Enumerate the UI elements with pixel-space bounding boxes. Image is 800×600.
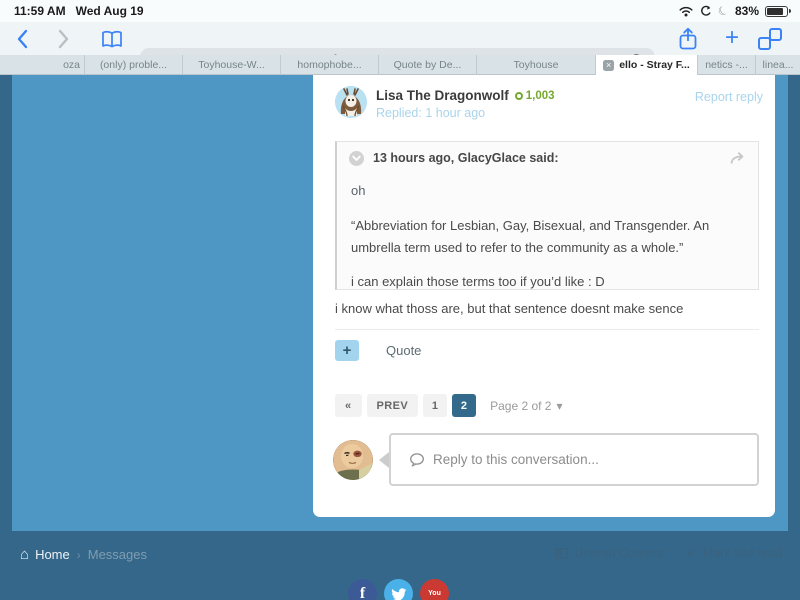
- forum-post-panel: Lisa The Dragonwolf 1,003 Replied: 1 hou…: [313, 75, 775, 517]
- breadcrumb-separator: ›: [77, 548, 81, 562]
- new-tab-button[interactable]: +: [718, 24, 746, 52]
- tab-only-proble[interactable]: (only) proble...: [85, 55, 183, 75]
- reply-placeholder: Reply to this conversation...: [433, 452, 599, 467]
- avatar-lisa-the-dragonwolf[interactable]: [335, 86, 367, 118]
- quote-line-1: oh: [351, 180, 744, 202]
- forward-button[interactable]: [52, 27, 76, 51]
- page-jump-dropdown[interactable]: Page 2 of 2 ▾: [490, 399, 562, 413]
- breadcrumb: ⌂ Home › Messages: [20, 546, 147, 563]
- goto-quoted-post-icon[interactable]: [729, 152, 746, 165]
- breadcrumb-home-link[interactable]: ⌂ Home: [20, 546, 70, 563]
- quote-body: oh “Abbreviation for Lesbian, Gay, Bisex…: [337, 174, 758, 293]
- speech-bubble-icon: [409, 453, 425, 467]
- check-icon: ✔: [687, 546, 697, 560]
- clock: 11:59 AM: [14, 4, 66, 18]
- post-author-link[interactable]: Lisa The Dragonwolf: [376, 88, 509, 103]
- tab-toyhouse[interactable]: Toyhouse: [477, 55, 596, 75]
- do-not-disturb-icon: ☾: [716, 2, 732, 19]
- tab-oza[interactable]: oza: [0, 55, 85, 75]
- footer-actions: Unread Content ✔ Mark site read: [555, 546, 782, 560]
- quote-attribution: 13 hours ago, GlacyGlace said:: [373, 151, 559, 165]
- tab-overview-button[interactable]: [758, 28, 782, 50]
- browser-toolbar: AA strayfawnstudio.com ↻ +: [0, 22, 800, 55]
- report-reply-link[interactable]: Report reply: [695, 90, 763, 104]
- quoted-message-block: 13 hours ago, GlacyGlace said: oh “Abbre…: [335, 141, 759, 290]
- tab-netics[interactable]: netics -...: [698, 55, 756, 75]
- breadcrumb-messages-link[interactable]: Messages: [88, 547, 147, 562]
- caret-down-icon: ▾: [556, 399, 562, 413]
- twitter-icon[interactable]: [384, 579, 413, 600]
- facebook-icon[interactable]: f: [348, 579, 377, 600]
- reply-input[interactable]: Reply to this conversation...: [389, 433, 759, 486]
- youtube-icon[interactable]: You: [420, 579, 449, 600]
- tab-close-icon[interactable]: ×: [603, 60, 614, 71]
- share-button[interactable]: [676, 27, 700, 51]
- bookmarks-icon[interactable]: [98, 27, 126, 51]
- tab-quote-by-de[interactable]: Quote by De...: [379, 55, 477, 75]
- social-links: f You: [348, 579, 449, 600]
- first-page-button[interactable]: «: [335, 394, 362, 417]
- unread-content-icon: [555, 548, 568, 559]
- reputation-badge: 1,003: [515, 90, 555, 102]
- mark-site-read-link[interactable]: ✔ Mark site read: [687, 546, 782, 560]
- prev-page-button[interactable]: PREV: [367, 394, 419, 417]
- reputation-icon: [515, 92, 523, 100]
- date: Wed Aug 19: [76, 4, 144, 18]
- post-body-text: i know what thoss are, but that sentence…: [335, 301, 683, 316]
- battery-icon: [765, 6, 788, 17]
- tab-linea[interactable]: linea...: [756, 55, 800, 75]
- orientation-lock-icon: [700, 5, 712, 17]
- reply-bubble-tail: [379, 452, 389, 468]
- quote-button[interactable]: Quote: [386, 343, 421, 358]
- status-bar: 11:59 AM Wed Aug 19 ☾ 83%: [0, 0, 800, 22]
- tab-toyhouse-w[interactable]: Toyhouse-W...: [183, 55, 281, 75]
- quote-header: 13 hours ago, GlacyGlace said:: [337, 142, 758, 174]
- quote-collapse-button[interactable]: [349, 151, 364, 166]
- wifi-icon: [678, 5, 694, 17]
- quote-line-2: “Abbreviation for Lesbian, Gay, Bisexual…: [351, 215, 744, 259]
- tab-active-ello-strayfawn[interactable]: × ello - Stray F...: [596, 55, 698, 75]
- tab-homophobe[interactable]: homophobe...: [281, 55, 379, 75]
- avatar-current-user: [333, 440, 373, 480]
- multiquote-button[interactable]: +: [335, 340, 359, 361]
- post-divider: [335, 329, 759, 330]
- back-button[interactable]: [10, 27, 34, 51]
- page-2-button-current[interactable]: 2: [452, 394, 476, 417]
- home-icon: ⌂: [20, 546, 29, 563]
- pagination: « PREV 1 2 Page 2 of 2 ▾: [335, 394, 563, 417]
- tab-bar: oza (only) proble... Toyhouse-W... homop…: [0, 55, 800, 75]
- post-timestamp: Replied: 1 hour ago: [376, 106, 485, 120]
- reputation-count: 1,003: [526, 90, 555, 102]
- unread-content-link[interactable]: Unread Content: [555, 546, 662, 560]
- quote-line-3: i can explain those terms too if you’d l…: [351, 271, 744, 293]
- page-1-button[interactable]: 1: [423, 394, 447, 417]
- battery-percent: 83%: [735, 4, 759, 18]
